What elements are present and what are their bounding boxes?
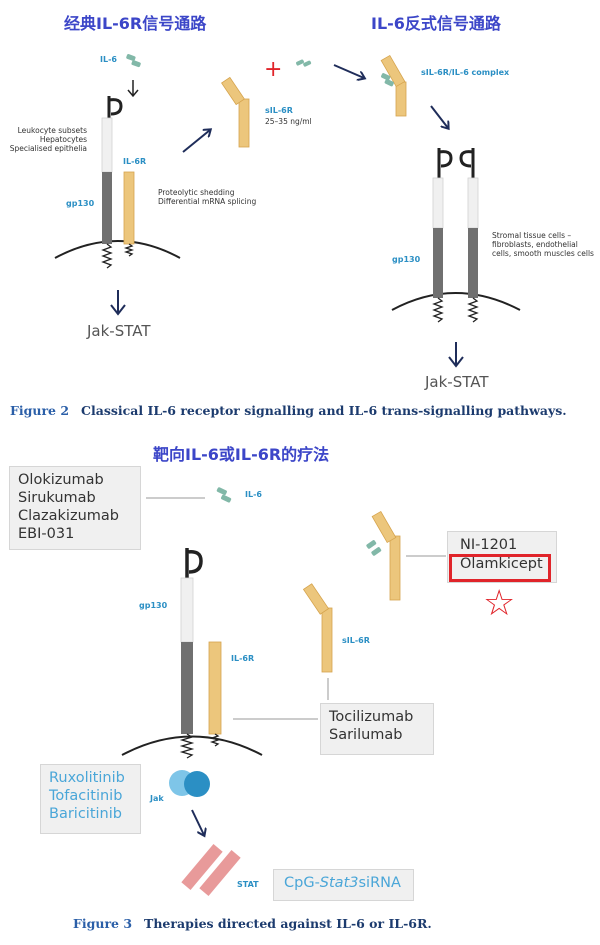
figure3-caption-number: Figure 3: [73, 916, 133, 931]
label-gp130-fig3: gp130: [139, 601, 168, 610]
arrow-down-left-icon: [110, 290, 126, 316]
gp130-dimer-light-left: [432, 177, 444, 229]
il6-cytokine-icon: [126, 54, 141, 68]
figure2-caption: Figure 2 Classical IL-6 receptor signalli…: [10, 403, 567, 418]
drug-item: Tofacitinib: [49, 788, 123, 804]
il6-antibodies-box: Olokizumab Sirukumab Clazakizumab EBI-03…: [9, 466, 141, 550]
title-trans-pathway: IL-6反式信号通路: [371, 14, 501, 33]
gp130-tail-icon: [101, 243, 113, 269]
gp130-dimer-tail-right-icon: [467, 297, 479, 323]
sil6r-il6-complex-fig3-icon: [366, 510, 401, 601]
label-il6r: IL-6R: [123, 157, 147, 166]
cell-type-item: Leukocyte subsets: [17, 126, 87, 135]
figure3-caption: Figure 3 Therapies directed against IL-6 …: [73, 916, 432, 931]
il6r-tail-fig3-icon: [209, 733, 221, 747]
il6r-receptor: [123, 171, 135, 245]
label-stat: STAT: [237, 880, 259, 889]
gp130-dimer-dark-left: [433, 228, 443, 298]
plus-icon: +: [264, 57, 282, 82]
label-il6: IL-6: [100, 55, 117, 64]
stromal-line: Stromal tissue cells –: [492, 231, 572, 240]
label-complex: sIL-6R/IL-6 complex: [421, 68, 510, 77]
stat3-prefix: CpG-: [284, 875, 320, 891]
drug-item: Sirukumab: [18, 490, 96, 506]
drug-item: Clazakizumab: [18, 508, 119, 524]
cell-type-item: Hepatocytes: [39, 135, 87, 144]
small-arrow-down-icon: [127, 80, 139, 98]
shedding-line: Proteolytic shedding: [158, 188, 235, 197]
gp130-receptor-light: [101, 117, 113, 173]
label-jak: Jak: [150, 794, 164, 803]
il6-cytokine-small-icon: [296, 59, 312, 67]
stromal-line: fibroblasts, endothelial: [492, 240, 578, 249]
il6-cytokine-fig3-icon: [216, 487, 232, 503]
arrow-to-stat-icon: [191, 809, 204, 835]
label-jak-stat-left: Jak-STAT: [87, 322, 151, 340]
gp130-light-fig3: [180, 577, 194, 643]
stat3-italic: Stat3: [319, 875, 359, 891]
gp130-receptor-dark: [102, 172, 112, 244]
label-sil6r: sIL-6R: [265, 106, 293, 115]
gp130-dimer-hook-left-icon: [437, 148, 453, 178]
jak-kinase-icon: [169, 770, 210, 797]
drug-item: Baricitinib: [49, 806, 122, 822]
label-il6-fig3: IL-6: [245, 490, 262, 499]
stat3-sirna-box: CpG-Stat3siRNA: [273, 869, 414, 901]
figure2-caption-number: Figure 2: [10, 403, 70, 418]
sil6r-fig3-icon: [302, 583, 333, 673]
drug-item: Sarilumab: [329, 727, 403, 743]
drug-item: Olokizumab: [18, 472, 104, 488]
gp130-hook-icon: [107, 96, 123, 118]
il6r-antibodies-box: Tocilizumab Sarilumab: [320, 703, 434, 755]
gp130-hook-fig3-icon: [185, 548, 203, 578]
gp130-dimer-hook-right-icon: [459, 148, 475, 178]
shedding-line: Differential mRNA splicing: [158, 197, 257, 206]
il6r-tail-icon: [123, 243, 135, 257]
shedding-text: Proteolytic shedding Differential mRNA s…: [158, 188, 256, 206]
label-sil6r-conc: 25–35 ng/ml: [265, 117, 312, 126]
label-gp130-left: gp130: [66, 199, 95, 208]
gp130-dimer-dark-right: [468, 228, 478, 298]
cell-membrane-fig3: [121, 735, 263, 756]
cell-membrane-left: [54, 240, 181, 259]
gp130-dimer-light-right: [467, 177, 479, 229]
arrow-from-complex-icon: [430, 105, 448, 128]
arrow-down-right-icon: [448, 342, 464, 368]
drug-item: EBI-031: [18, 526, 75, 542]
arrow-to-sil6r-icon: [182, 130, 210, 153]
stat3-suffix: siRNA: [358, 875, 401, 891]
cell-membrane-right: [391, 292, 521, 311]
label-il6r-fig3: IL-6R: [231, 654, 255, 663]
label-sil6r-fig3: sIL-6R: [342, 636, 370, 645]
jak-inhibitors-box: Ruxolitinib Tofacitinib Baricitinib: [40, 764, 141, 834]
gp130-dark-fig3: [181, 642, 193, 734]
drug-item: Tocilizumab: [329, 709, 414, 725]
il6r-fig3: [208, 641, 222, 735]
gp130-dimer-tail-left-icon: [432, 297, 444, 323]
stromal-line: cells, smooth muscles cells: [492, 249, 594, 258]
sil6r-receptor-icon: [221, 76, 250, 148]
title-therapies: 靶向IL-6或IL-6R的疗法: [153, 445, 330, 464]
title-classic-pathway: 经典IL-6R信号通路: [64, 14, 207, 33]
star-icon: ☆: [483, 583, 516, 624]
stromal-text: Stromal tissue cells – fibroblasts, endo…: [492, 231, 594, 258]
figure2-caption-text: Classical IL-6 receptor signalling and I…: [81, 403, 567, 418]
stat-protein-icon: [181, 843, 241, 897]
label-jak-stat-right: Jak-STAT: [425, 373, 489, 391]
label-gp130-right: gp130: [392, 255, 421, 264]
cell-type-item: Specialised epithelia: [9, 144, 87, 153]
cell-types-list: Leukocyte subsets Hepatocytes Specialise…: [10, 126, 87, 153]
figure3-caption-text: Therapies directed against IL-6 or IL-6R…: [144, 916, 432, 931]
drug-item: Ruxolitinib: [49, 770, 125, 786]
sil6r-il6-complex-icon: [380, 54, 407, 117]
highlight-box: [449, 554, 551, 582]
arrow-to-complex-icon: [333, 64, 364, 78]
drug-item: NI-1201: [460, 537, 518, 553]
